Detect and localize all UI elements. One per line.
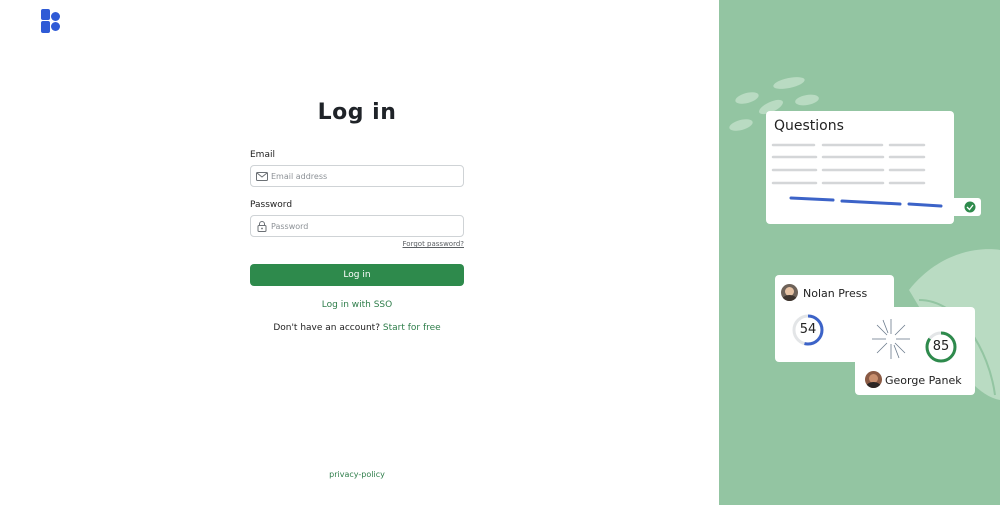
email-field[interactable] [271,166,459,186]
password-label: Password [250,200,293,210]
page-title: Log in [317,100,397,125]
email-label: Email [250,150,275,160]
illustration-panel: Questions Nolan Press 54 85 George Panek [719,0,1000,505]
login-panel: Log in Email Password Forgot password? L… [0,0,719,505]
score-value: 85 [932,339,950,354]
avatar [781,284,798,301]
mail-icon [256,172,268,181]
brand-logo-icon[interactable] [40,8,62,34]
login-button[interactable]: Log in [250,264,464,286]
sso-login-link[interactable]: Log in with SSO [250,300,464,310]
forgot-password-link[interactable]: Forgot password? [350,240,464,248]
signup-prompt: Don't have an account? Start for free [250,323,464,333]
lock-icon [257,221,267,232]
sparkle-icon [872,319,910,359]
check-icon [964,201,976,213]
person-name: Nolan Press [803,287,868,300]
privacy-policy-link[interactable]: privacy-policy [250,470,464,479]
score-value: 54 [799,322,817,337]
password-field-wrapper[interactable] [250,215,464,237]
no-account-text: Don't have an account? [273,323,380,333]
login-page: Log in Email Password Forgot password? L… [0,0,1000,505]
answer-progress [789,196,976,213]
signup-link[interactable]: Start for free [383,323,441,333]
avatar [865,371,882,388]
email-field-wrapper[interactable] [250,165,464,187]
person-name: George Panek [885,374,962,387]
password-field[interactable] [271,216,459,236]
george-card: 85 George Panek [855,307,975,395]
decorative-leaves [729,77,1000,400]
